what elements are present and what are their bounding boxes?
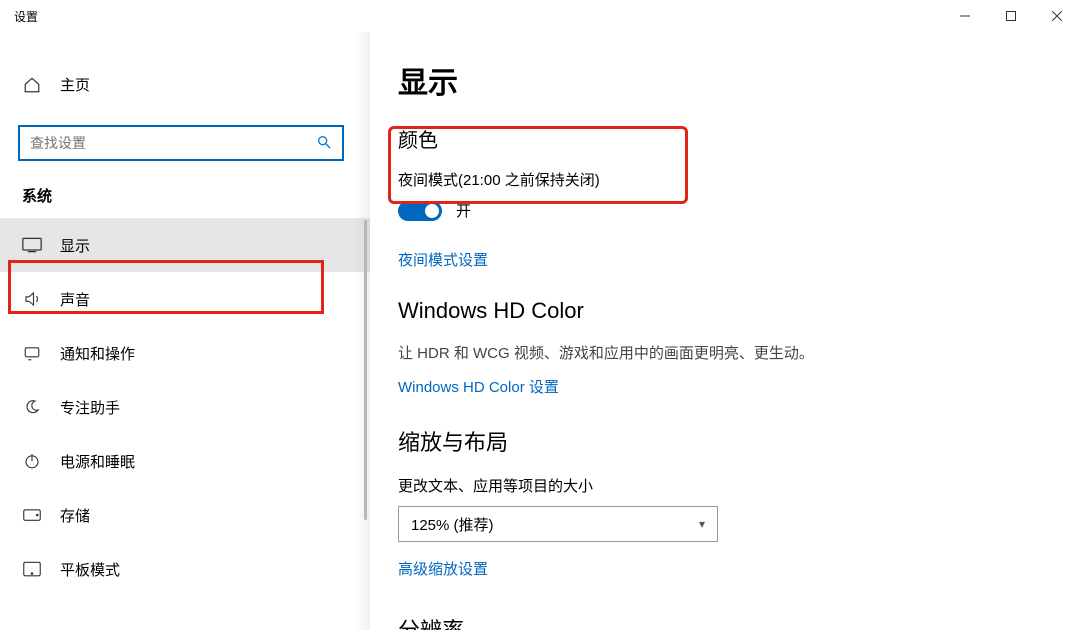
- home-icon: [22, 76, 42, 94]
- sidebar: 主页 系统 显示 声音 通知和操作: [0, 32, 370, 630]
- search-input[interactable]: [30, 135, 316, 151]
- window-title: 设置: [14, 8, 38, 25]
- advanced-scale-link[interactable]: 高级缩放设置: [398, 558, 488, 579]
- night-mode-toggle-state: 开: [456, 200, 471, 221]
- minimize-button[interactable]: [942, 0, 988, 32]
- close-button[interactable]: [1034, 0, 1080, 32]
- scale-heading: 缩放与布局: [398, 425, 1056, 457]
- night-mode-label: 夜间模式(21:00 之前保持关闭): [398, 169, 1056, 190]
- sidebar-scrollbar[interactable]: [364, 220, 367, 520]
- search-input-wrap[interactable]: [18, 125, 344, 161]
- scale-field-label: 更改文本、应用等项目的大小: [398, 475, 1056, 496]
- sidebar-item-label: 通知和操作: [60, 343, 135, 364]
- night-mode-settings-link[interactable]: 夜间模式设置: [398, 249, 488, 270]
- home-link[interactable]: 主页: [0, 66, 370, 103]
- scale-combobox[interactable]: 125% (推荐) ▾: [398, 506, 718, 542]
- sidebar-item-label: 显示: [60, 235, 90, 256]
- color-heading: 颜色: [398, 124, 1056, 153]
- sidebar-item-label: 存储: [60, 505, 90, 526]
- hdcolor-settings-link[interactable]: Windows HD Color 设置: [398, 376, 559, 397]
- storage-icon: [22, 508, 42, 522]
- sidebar-item-label: 声音: [60, 289, 90, 310]
- search-icon: [316, 134, 332, 153]
- hdcolor-description: 让 HDR 和 WCG 视频、游戏和应用中的画面更明亮、更生动。: [398, 342, 1056, 366]
- content-area: 显示 颜色 夜间模式(21:00 之前保持关闭) 开 夜间模式设置 Window…: [370, 32, 1080, 630]
- night-mode-toggle[interactable]: [398, 201, 442, 221]
- scale-combobox-value: 125% (推荐): [411, 514, 494, 535]
- sound-icon: [22, 290, 42, 308]
- chevron-down-icon: ▾: [699, 517, 705, 531]
- maximize-button[interactable]: [988, 0, 1034, 32]
- display-icon: [22, 237, 42, 253]
- sidebar-item-notifications[interactable]: 通知和操作: [0, 326, 370, 380]
- sidebar-item-label: 专注助手: [60, 397, 120, 418]
- page-title: 显示: [398, 58, 1056, 102]
- tablet-icon: [22, 561, 42, 577]
- notifications-icon: [22, 344, 42, 362]
- sidebar-section-label: 系统: [0, 185, 370, 218]
- sidebar-item-label: 平板模式: [60, 559, 120, 580]
- sidebar-item-label: 电源和睡眠: [60, 451, 135, 472]
- sidebar-item-storage[interactable]: 存储: [0, 488, 370, 542]
- power-icon: [22, 452, 42, 470]
- resolution-heading: 分辨率: [398, 613, 1056, 630]
- sidebar-item-power[interactable]: 电源和睡眠: [0, 434, 370, 488]
- focus-icon: [22, 398, 42, 416]
- sidebar-item-focus[interactable]: 专注助手: [0, 380, 370, 434]
- hdcolor-heading: Windows HD Color: [398, 298, 1056, 324]
- sidebar-item-display[interactable]: 显示: [0, 218, 370, 272]
- home-label: 主页: [60, 74, 90, 95]
- sidebar-item-tablet[interactable]: 平板模式: [0, 542, 370, 596]
- sidebar-item-sound[interactable]: 声音: [0, 272, 370, 326]
- titlebar: 设置: [0, 0, 1080, 32]
